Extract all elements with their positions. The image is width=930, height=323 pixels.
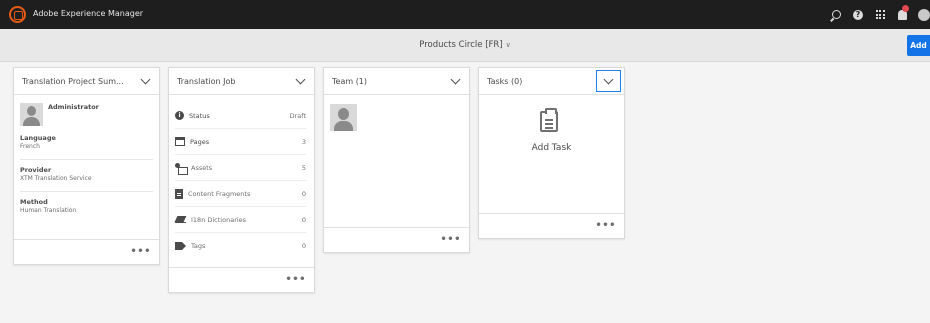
card-footer: ••• [324,227,469,252]
chevron-down-icon [450,74,460,84]
more-actions-button[interactable]: ••• [595,220,616,231]
job-row-value: Draft [289,111,306,120]
language-value: French [20,143,40,150]
provider-value: XTM Translation Service [20,175,92,182]
top-navigation-bar: Adobe Experience Manager ? [0,0,930,29]
notification-badge [902,5,909,12]
card-footer: ••• [479,213,624,238]
search-icon [831,10,841,19]
job-row-label: Tags [191,242,206,250]
add-button[interactable]: Add [907,35,930,56]
job-row-label: I18n Dictionaries [191,215,247,224]
divider [20,191,153,192]
pages-icon [175,137,185,146]
page-title-dropdown[interactable]: Products Circle [FR] ∨ [0,40,930,50]
user-avatar [918,8,930,21]
job-row-value: 0 [301,189,306,198]
job-row-pages[interactable]: Pages 3 [175,129,306,155]
help-icon: ? [853,9,863,20]
content-fragments-icon [175,188,183,199]
chevron-down-icon [140,74,150,84]
job-row-content-fragments[interactable]: Content Fragments 0 [175,181,306,207]
solutions-grid-icon [875,10,885,19]
more-actions-button[interactable]: ••• [440,234,461,245]
search-button[interactable] [825,0,847,29]
user-name: Administrator [48,103,99,111]
job-row-label: Status [189,111,210,120]
card-title: Tasks (0) [487,76,523,86]
team-card: Team (1) ••• [323,67,470,253]
job-row-value: 3 [301,137,306,146]
notifications-button[interactable] [891,0,913,29]
app-title[interactable]: Adobe Experience Manager [33,9,143,18]
help-button[interactable]: ? [847,0,869,29]
language-label: Language [20,134,56,142]
user-button[interactable] [913,0,930,29]
job-row-value: 0 [301,242,306,250]
card-title: Team (1) [332,76,368,86]
method-value: Human Translation [20,207,77,214]
card-footer: ••• [14,239,159,264]
job-row-value: 0 [301,215,306,224]
card-header: Translation Job [169,68,314,95]
job-row-label: Pages [190,137,210,146]
card-header: Team (1) [324,68,469,95]
action-bar: Products Circle [FR] ∨ [0,29,930,62]
chevron-down-icon [295,74,305,84]
job-row-tags[interactable]: Tags 0 [175,233,306,259]
more-actions-button[interactable]: ••• [285,274,306,285]
page-title: Products Circle [FR] [419,40,503,50]
card-title: Translation Project Sum... [22,76,124,86]
card-menu-button[interactable] [441,68,469,95]
tasks-card: Tasks (0) Add Task ••• [478,67,625,239]
solutions-button[interactable] [869,0,891,29]
job-row-assets[interactable]: Assets 5 [175,155,306,181]
tag-icon [175,242,186,250]
translation-job-card: Translation Job i Status Draft Pages 3 A… [168,67,315,293]
header-tools: ? [825,0,930,29]
card-header: Tasks (0) [479,68,624,95]
avatar [20,103,43,126]
card-footer: ••• [169,267,314,292]
info-icon: i [175,111,184,120]
assets-icon [175,162,188,175]
card-menu-button[interactable] [131,68,159,95]
more-actions-button[interactable]: ••• [130,246,151,257]
job-row-label: Content Fragments [188,189,251,198]
team-member-avatar[interactable] [330,104,357,131]
chevron-down-icon: ∨ [505,41,511,49]
card-header: Translation Project Sum... [14,68,159,95]
job-row-status[interactable]: i Status Draft [175,103,306,129]
method-label: Method [20,198,48,206]
divider [20,159,153,160]
job-row-value: 5 [301,163,306,172]
chevron-down-icon [603,74,614,84]
dictionary-icon [175,216,186,224]
translation-project-summary-card: Translation Project Sum... Administrator… [13,67,160,265]
job-row-label: Assets [191,163,213,172]
card-menu-button[interactable] [596,70,621,92]
job-row-i18n-dictionaries[interactable]: I18n Dictionaries 0 [175,207,306,233]
card-title: Translation Job [177,76,236,86]
aem-logo-icon[interactable] [9,6,26,23]
add-task-link[interactable]: Add Task [479,143,624,153]
provider-label: Provider [20,166,52,174]
card-menu-button[interactable] [286,68,314,95]
clipboard-icon[interactable] [540,108,558,132]
